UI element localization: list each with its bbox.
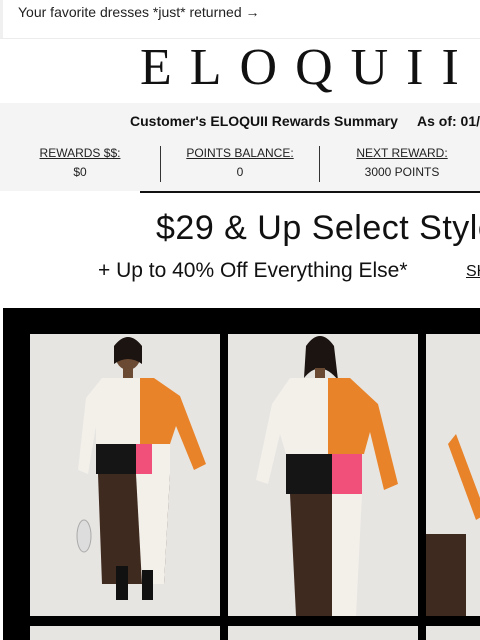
product-gallery <box>3 308 480 640</box>
left-edge-rule <box>0 0 3 38</box>
model-photo-row2-2[interactable] <box>228 626 418 640</box>
model-figure <box>256 336 398 616</box>
points-balance-column[interactable]: POINTS BALANCE: 0 <box>160 145 320 180</box>
rewards-as-of-date: As of: 01/ <box>417 113 480 129</box>
model-photo-2[interactable] <box>228 334 418 616</box>
model-photo-row2-1[interactable] <box>30 626 220 640</box>
eloquii-logo[interactable]: ELOQUII <box>140 40 477 96</box>
promo-top-rule <box>140 191 480 193</box>
rewards-title: Customer's ELOQUII Rewards Summary <box>130 113 398 129</box>
promo-banner[interactable]: $29 & Up Select Styles + Up to 40% Off E… <box>0 191 480 307</box>
model-photo-3[interactable] <box>426 334 480 616</box>
model-photo-row2-3[interactable] <box>426 626 480 640</box>
next-reward-value: 3000 POINTS <box>364 165 440 179</box>
preheader-link[interactable]: Your favorite dresses *just* returned → <box>18 4 260 20</box>
rewards-divider <box>319 146 320 182</box>
next-reward-column[interactable]: NEXT REWARD: 3000 POINTS <box>322 145 480 180</box>
promo-headline: $29 & Up Select Styles <box>156 209 480 247</box>
model-figure <box>76 337 206 600</box>
shop-now-link[interactable]: SH <box>466 263 480 281</box>
next-reward-label[interactable]: NEXT REWARD: <box>322 145 480 161</box>
rewards-summary: Customer's ELOQUII Rewards Summary As of… <box>0 103 480 191</box>
rewards-dollars-label[interactable]: REWARDS $$: <box>0 145 160 161</box>
promo-subline: + Up to 40% Off Everything Else* <box>98 259 408 282</box>
rewards-dollars-value: $0 <box>73 165 87 179</box>
points-balance-label[interactable]: POINTS BALANCE: <box>160 145 320 161</box>
model-photo-1[interactable] <box>30 334 220 616</box>
model-figure <box>426 434 480 616</box>
rewards-dollars-column[interactable]: REWARDS $$: $0 <box>0 145 160 180</box>
points-balance-value: 0 <box>236 165 244 179</box>
